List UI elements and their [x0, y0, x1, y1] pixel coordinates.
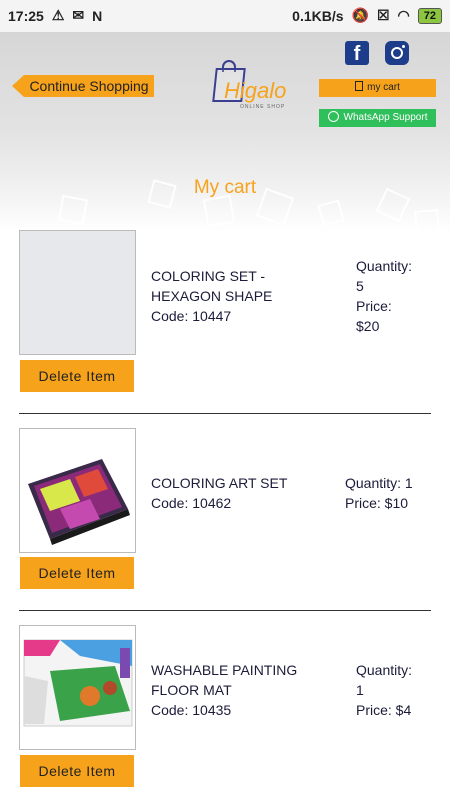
- item-divider: [19, 610, 431, 611]
- quantity-value: 5: [356, 278, 364, 294]
- warning-icon: ⚠: [51, 7, 65, 23]
- whatsapp-label: WhatsApp Support: [343, 112, 428, 123]
- product-name: COLORING ART SET Code: 10462: [151, 473, 287, 513]
- wifi-icon: ◠: [397, 7, 410, 23]
- product-name-line: COLORING SET -: [151, 268, 266, 284]
- instagram-ring: [391, 47, 403, 59]
- instagram-icon[interactable]: [385, 41, 409, 65]
- decor-square: [317, 199, 345, 227]
- product-image[interactable]: [19, 230, 136, 355]
- higalo-logo[interactable]: Higalo ONLINE SHOP: [210, 58, 296, 116]
- product-image[interactable]: [19, 428, 136, 553]
- status-bar: 17:25 ⚠ ✉ N 0.1KB/s 🔕 ☒ ◠ 72: [0, 0, 450, 32]
- quantity-value: 1: [356, 682, 364, 698]
- continue-shopping-label: Continue Shopping: [24, 75, 154, 97]
- price-text: Price: $4: [356, 702, 412, 718]
- logo-text: Higalo: [224, 78, 287, 103]
- network-speed: 0.1KB/s: [292, 7, 344, 24]
- mail-icon: ✉: [72, 7, 85, 23]
- price-text: Price: $10: [345, 495, 409, 511]
- product-code: Code: 10435: [151, 702, 232, 718]
- painting-floor-mat-image: [23, 639, 133, 727]
- price-label: Price:: [356, 298, 392, 314]
- notification-icon: N: [92, 7, 103, 24]
- delete-item-button[interactable]: Delete Item: [20, 755, 134, 787]
- decor-square: [202, 194, 236, 228]
- back-arrow-icon: [12, 75, 24, 97]
- battery-indicator: 72: [417, 7, 442, 24]
- product-quantity-price: Quantity: 5 Price: $20: [356, 256, 412, 336]
- page-title: My cart: [193, 177, 257, 198]
- product-name: COLORING SET - HEXAGON SHAPE Code: 10447: [151, 266, 272, 326]
- decor-square: [57, 194, 89, 226]
- my-cart-label: my cart: [367, 82, 400, 93]
- quantity-text: Quantity: 1: [345, 475, 413, 491]
- instagram-dot: [402, 45, 405, 48]
- whatsapp-icon: [327, 111, 339, 122]
- product-name-line: HEXAGON SHAPE: [151, 288, 273, 304]
- product-image[interactable]: [19, 625, 136, 750]
- product-code: Code: 10447: [151, 308, 232, 324]
- my-cart-button[interactable]: my cart: [319, 79, 436, 97]
- item-divider: [19, 413, 431, 414]
- delete-item-button[interactable]: Delete Item: [20, 360, 134, 392]
- whatsapp-support-button[interactable]: WhatsApp Support: [319, 109, 436, 127]
- product-name-line: WASHABLE PAINTING: [151, 662, 298, 678]
- quantity-label: Quantity:: [356, 662, 413, 678]
- delete-item-button[interactable]: Delete Item: [20, 557, 134, 589]
- product-name-line: COLORING ART SET: [151, 475, 288, 491]
- cart-bag-icon: [355, 81, 364, 91]
- sim-icon: ☒: [376, 7, 390, 23]
- coloring-art-set-image: [28, 459, 130, 545]
- status-right: 0.1KB/s 🔕 ☒ ◠ 72: [292, 7, 442, 24]
- facebook-icon[interactable]: f: [345, 41, 369, 65]
- logo-tagline: ONLINE SHOP: [240, 104, 286, 110]
- status-left: 17:25 ⚠ ✉ N: [8, 7, 102, 24]
- continue-shopping-button[interactable]: Continue Shopping: [12, 75, 154, 97]
- quantity-label: Quantity:: [356, 258, 413, 274]
- product-name: WASHABLE PAINTING FLOOR MAT Code: 10435: [151, 660, 297, 720]
- status-time: 17:25: [8, 7, 44, 24]
- product-quantity-price: Quantity: 1 Price: $4: [356, 660, 412, 720]
- product-quantity-price: Quantity: 1 Price: $10: [345, 473, 413, 513]
- decor-square: [413, 208, 441, 232]
- price-value: $20: [356, 318, 380, 334]
- product-code: Code: 10462: [151, 495, 232, 511]
- mute-icon: 🔕: [351, 7, 369, 23]
- product-name-line: FLOOR MAT: [151, 682, 232, 698]
